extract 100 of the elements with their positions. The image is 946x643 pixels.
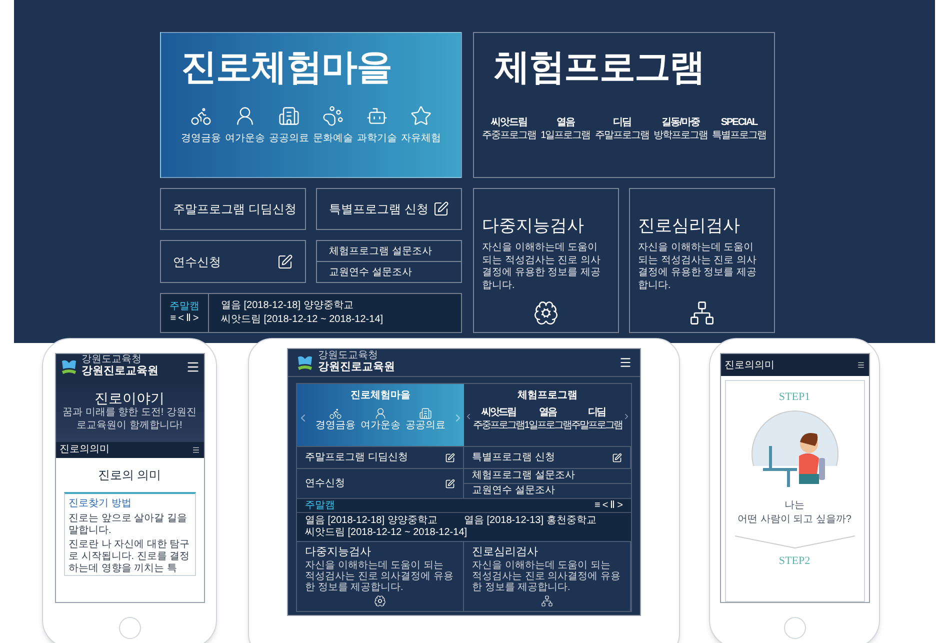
menu-icon[interactable] (186, 360, 200, 374)
chevron-divider-icon (734, 534, 854, 548)
star-icon (410, 105, 432, 127)
category-link[interactable]: 공공의료 (269, 105, 309, 146)
test-description: 자신을 이해하는데 도움이 되는 적성검사는 진로 의사결정에 유용한 정보를 제공합니다. (482, 242, 602, 292)
notice-control[interactable]: ≡ (594, 500, 600, 510)
menu-icon[interactable] (856, 361, 864, 369)
pen-square-icon (445, 478, 455, 488)
network-icon (689, 300, 715, 326)
test-card[interactable]: 진로심리검사 자신을 이해하는데 도움이 되는 적성검사는 진로 의사결정에 유용한 정보를 제공합니다. (464, 542, 631, 611)
program-link[interactable]: 디딤 주말프로그램 (571, 407, 622, 432)
notice-control[interactable]: > (617, 500, 623, 510)
box-title: 진로찾기 방법 (68, 498, 132, 510)
apply-button[interactable]: 특별프로그램 신청 (316, 188, 462, 230)
test-card[interactable]: 다중지능검사 자신을 이해하는데 도움이 되는 적성검사는 진로 의사결정에 유용한 정보를 제공합니다. (473, 188, 619, 333)
logo-text: 강원진로교육원 (318, 360, 395, 374)
survey-link[interactable]: 체험프로그램 설문조사 (464, 469, 631, 484)
category-link[interactable]: 문화예술 (313, 105, 353, 146)
program-link[interactable]: 씨앗드림 주중프로그램 (473, 407, 524, 432)
bullet-text: 진로는 앞으로 살아갈 길을 말합니다. (68, 512, 188, 536)
logo-subtitle: 강원도교육청 (318, 350, 379, 361)
apply-button[interactable]: 특별프로그램 신청 (464, 447, 631, 468)
bullet-text: 진로란 나 자신에 대한 탐구로 시작됩니다. 진로를 결정하는데 영향을 끼치는 특 (68, 538, 190, 574)
test-card[interactable]: 다중지능검사 자신을 이해하는데 도움이 되는 적성검사는 진로 의사결정에 유용한 정보를 제공합니다. (297, 542, 464, 611)
tile-title: 체험프로그램 (518, 389, 578, 403)
program-link[interactable]: 씨앗드림 주중프로그램 (482, 117, 536, 142)
survey-link[interactable]: 교원연수 설문조사 (464, 484, 631, 498)
program-link[interactable]: 길동/마중 방학프로그램 (653, 117, 708, 142)
category-link[interactable]: 과학기술 (357, 105, 397, 146)
category-link[interactable]: 공공의료 (406, 407, 446, 432)
logo-icon (296, 354, 314, 370)
program-link[interactable]: 디딤 주말프로그램 (594, 117, 649, 142)
pen-square-icon (433, 201, 449, 217)
test-description: 자신을 이해하는데 도움이 되는 적성검사는 진로 의사결정에 유용한 정보를 제공합니다. (472, 560, 622, 593)
caption-text: 나는 (784, 500, 804, 512)
category-link[interactable]: 여가운송 (360, 407, 400, 432)
programs-tile[interactable]: 체험프로그램 씨앗드림 주중프로그램 열음 1일프로그램 디딤 주말프로그램 길동/마중 방학프로그램 SPECIAL 특별프로그램 (473, 32, 775, 178)
section-heading: 진로의 의미 (98, 467, 162, 484)
logo-icon (60, 359, 78, 375)
logo-subtitle: 강원도교육청 (82, 355, 142, 366)
apply-button[interactable]: 주말프로그램 디딤신청 (160, 188, 306, 230)
home-button-icon (784, 617, 806, 639)
village-tile[interactable]: 진로체험마을 경영금융 여가운송 공공의료 문화예술 과학기술 자유체험 (160, 32, 462, 178)
robot-icon (366, 105, 388, 127)
notice-item[interactable]: 씨앗드림 [2018-12-12 ~ 2018-12-14] (305, 527, 464, 539)
program-link[interactable]: 열음 1일프로그램 (540, 117, 590, 142)
notice-item[interactable]: 열음 [2018-12-18] 양양중학교 (305, 515, 464, 527)
pen-square-icon (277, 254, 293, 270)
tile-title: 체험프로그램 (494, 49, 706, 85)
notice-item[interactable]: 열음 [2018-12-13] 홍천중학교 (464, 515, 623, 527)
logo-text: 강원진로교육원 (82, 365, 158, 379)
notice-control[interactable]: < (602, 500, 608, 510)
notice-item[interactable]: 열음 [2018-12-18] 양양중학교 (221, 300, 384, 312)
chevron-left-icon[interactable] (464, 412, 473, 421)
category-link[interactable]: 여가운송 (225, 105, 265, 146)
village-tile[interactable]: 진로체험마을 경영금융 여가운송 공공의료 (297, 384, 464, 446)
home-button-icon (118, 617, 140, 639)
notice-control[interactable]: Ⅱ (610, 500, 616, 510)
step-label: STEP1 (778, 390, 810, 405)
notice-control[interactable]: > (192, 314, 199, 324)
notice-control[interactable]: Ⅱ (186, 314, 191, 324)
test-description: 자신을 이해하는데 도움이 되는 적성검사는 진로 의사결정에 유용한 정보를 제공합니다. (305, 560, 454, 593)
hero-subtitle: 꿈과 미래를 향한 도전! 강원진로교육원이 함께합니다! (62, 407, 198, 432)
person-icon (234, 105, 256, 127)
tile-title: 진로체험마을 (350, 389, 410, 403)
brain-icon (374, 594, 386, 607)
menu-icon[interactable] (192, 446, 200, 454)
survey-link[interactable]: 체험프로그램 설문조사 (316, 240, 462, 262)
menu-icon[interactable] (619, 356, 632, 369)
chevron-right-icon[interactable] (622, 412, 631, 421)
notice-control[interactable]: ≡ (170, 314, 176, 324)
caption-text: 어떤 사람이 되고 싶을까? (738, 514, 852, 526)
building-icon (278, 105, 300, 127)
survey-link[interactable]: 교원연수 설문조사 (316, 261, 462, 283)
test-title: 다중지능검사 (305, 546, 372, 560)
notice-label: 주말캠 (305, 500, 335, 510)
program-link[interactable]: SPECIAL 특별프로그램 (712, 117, 766, 142)
hero-title: 진로이야기 (94, 390, 164, 408)
notice-label: 주말캠 (170, 302, 200, 312)
apply-button[interactable]: 주말프로그램 디딤신청 (297, 447, 464, 468)
notice-item[interactable]: 씨앗드림 [2018-12-12 ~ 2018-12-14] (221, 314, 384, 326)
programs-tile[interactable]: 체험프로그램 씨앗드림 주중프로그램 열음 1일프로그램 디딤 주말프로그램 (464, 384, 631, 446)
notice-control[interactable]: < (178, 314, 184, 324)
network-icon (541, 594, 553, 607)
breadcrumb-text: 진로의의미 (60, 445, 110, 455)
test-card[interactable]: 진로심리검사 자신을 이해하는데 도움이 되는 적성검사는 진로 의사결정에 유용한 정보를 제공합니다. (629, 188, 775, 333)
category-link[interactable]: 경영금융 (181, 105, 221, 146)
bicycle-icon (190, 105, 212, 127)
bicycle-icon (329, 407, 342, 420)
paw-icon (322, 105, 344, 127)
test-title: 다중지능검사 (482, 217, 585, 234)
category-link[interactable]: 경영금융 (316, 407, 356, 432)
brain-icon (533, 300, 559, 326)
test-title: 진로심리검사 (472, 546, 539, 560)
test-title: 진로심리검사 (638, 217, 741, 234)
program-link[interactable]: 열음 1일프로그램 (524, 407, 571, 432)
breadcrumb-text: 진로의의미 (724, 358, 774, 372)
person-icon (374, 407, 387, 420)
pen-square-icon (445, 452, 455, 462)
apply-button[interactable]: 연수신청 (160, 240, 306, 283)
